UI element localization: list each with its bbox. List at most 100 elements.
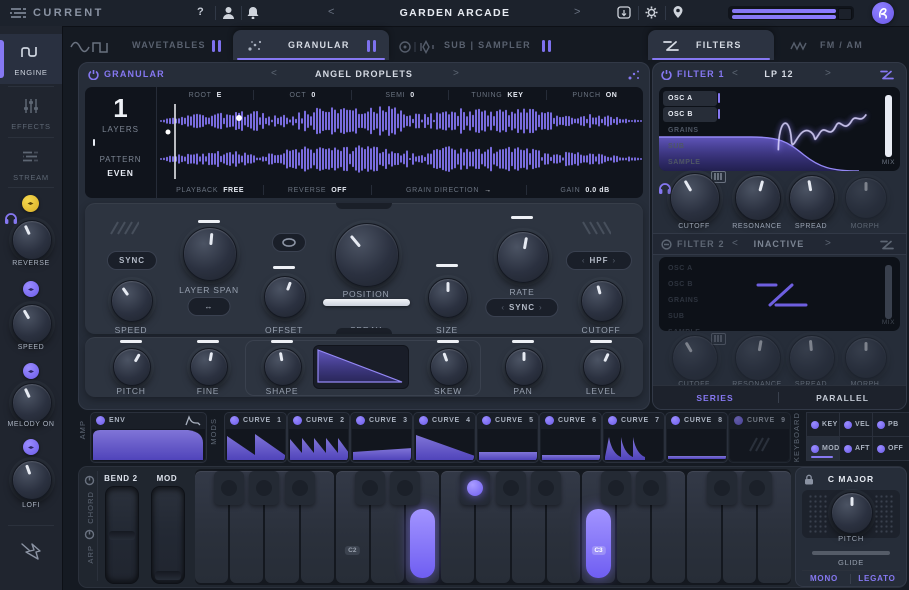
piano-key-black[interactable] bbox=[496, 471, 526, 505]
next-chevron[interactable]: › bbox=[539, 303, 543, 312]
kb-mod-pb[interactable]: PB bbox=[872, 412, 909, 437]
granular-preset-next[interactable]: > bbox=[453, 68, 459, 79]
curve-slot-2[interactable]: CURVE2 bbox=[287, 412, 350, 463]
tab-fm-am[interactable]: FM / AM bbox=[780, 30, 886, 60]
piano-key-black[interactable] bbox=[707, 471, 737, 505]
filter-source-osc-a[interactable]: OSC A bbox=[663, 91, 717, 106]
sidebar-item-effects[interactable]: EFFECTS bbox=[0, 88, 62, 138]
spray-slider[interactable] bbox=[323, 299, 410, 306]
filter1-mix-slider[interactable] bbox=[885, 95, 892, 157]
macro-assign-icon[interactable]: ◂▸ bbox=[22, 195, 39, 212]
filter-source-osc-a[interactable]: OSC A bbox=[663, 261, 717, 276]
filter-source-sub[interactable]: SUB bbox=[663, 139, 717, 154]
arp-power-icon[interactable] bbox=[84, 529, 95, 540]
mod-drag-icon[interactable] bbox=[545, 416, 554, 425]
filter-source-sub[interactable]: SUB bbox=[663, 309, 717, 324]
granular-preset-prev[interactable]: < bbox=[271, 68, 277, 79]
piano-key-black[interactable] bbox=[214, 471, 244, 505]
save-icon[interactable] bbox=[617, 6, 631, 19]
fine-knob[interactable] bbox=[190, 348, 228, 386]
preset-name[interactable]: GARDEN ARCADE bbox=[395, 7, 515, 19]
pattern-value[interactable]: EVEN bbox=[85, 168, 156, 178]
piano-key-black[interactable] bbox=[355, 471, 385, 505]
routing-series-button[interactable]: SERIES bbox=[653, 393, 777, 403]
preset-next-icon[interactable]: > bbox=[574, 6, 580, 18]
output-level-meter[interactable] bbox=[728, 6, 854, 20]
pan-knob[interactable] bbox=[505, 348, 543, 386]
filter1-type-next[interactable]: > bbox=[825, 68, 831, 79]
piano-keyboard[interactable]: C2C3 bbox=[195, 469, 791, 585]
meta-item[interactable]: PLAYBACKFREE bbox=[157, 185, 263, 195]
filter2-type[interactable]: INACTIVE bbox=[754, 239, 805, 249]
filter1-cutoff-knob[interactable] bbox=[670, 173, 720, 223]
macro-drag-icon[interactable]: ◂▸ bbox=[23, 281, 39, 297]
grain-cutoff-knob[interactable] bbox=[581, 280, 623, 322]
user-icon[interactable] bbox=[222, 6, 235, 19]
piano-key-black[interactable] bbox=[531, 471, 561, 505]
mod-drag-icon[interactable] bbox=[96, 416, 105, 425]
rate-sync-button[interactable]: ‹SYNC› bbox=[485, 298, 558, 317]
skew-knob[interactable] bbox=[430, 348, 468, 386]
chord-label[interactable]: CHORD bbox=[86, 491, 95, 524]
pitch-bend-knob[interactable] bbox=[831, 492, 873, 534]
curve-slot-3[interactable]: CURVE3 bbox=[350, 412, 413, 463]
mod-drag-icon[interactable] bbox=[419, 416, 428, 425]
filter2-cutoff-knob[interactable] bbox=[672, 335, 718, 381]
filter1-morph-knob[interactable] bbox=[845, 177, 887, 219]
filter-source-sample[interactable]: SAMPLE bbox=[663, 325, 717, 331]
filter2-type-prev[interactable]: < bbox=[732, 238, 738, 249]
mod-drag-icon[interactable] bbox=[877, 421, 885, 429]
mod-drag-icon[interactable] bbox=[811, 445, 819, 453]
piano-key-black[interactable] bbox=[460, 471, 490, 505]
filter1-type[interactable]: LP 12 bbox=[764, 69, 793, 79]
filter-source-grains[interactable]: GRAINS bbox=[663, 123, 717, 138]
level-knob[interactable] bbox=[583, 348, 621, 386]
filter-source-sample[interactable]: SAMPLE bbox=[663, 155, 717, 170]
bell-icon[interactable] bbox=[247, 6, 259, 19]
mod-drag-icon[interactable] bbox=[671, 416, 680, 425]
grain-pitch-knob[interactable] bbox=[113, 348, 151, 386]
piano-key-black[interactable] bbox=[249, 471, 279, 505]
filter1-type-prev[interactable]: < bbox=[732, 68, 738, 79]
brand-circle-button[interactable] bbox=[872, 2, 894, 24]
mod-wheel[interactable] bbox=[151, 486, 185, 584]
tab-filters[interactable]: FILTERS bbox=[648, 30, 774, 60]
glide-slider[interactable] bbox=[812, 551, 890, 555]
curve-slot-9[interactable]: CURVE9 bbox=[728, 412, 791, 463]
size-knob[interactable] bbox=[428, 278, 468, 318]
filter2-resonance-knob[interactable] bbox=[735, 335, 781, 381]
curve-slot-1[interactable]: CURVE1 bbox=[224, 412, 287, 463]
settings-gear-icon[interactable] bbox=[645, 6, 658, 19]
grain-speed-knob[interactable] bbox=[111, 280, 153, 322]
filter2-spread-knob[interactable] bbox=[789, 335, 835, 381]
curve-slot-4[interactable]: CURVE4 bbox=[413, 412, 476, 463]
tab-sub-sampler[interactable]: SUB | SAMPLER bbox=[440, 30, 558, 60]
curve-slot-8[interactable]: CURVE8 bbox=[665, 412, 728, 463]
macro-drag-icon[interactable]: ◂▸ bbox=[23, 363, 39, 379]
legato-button[interactable]: LEGATO bbox=[858, 574, 895, 583]
help-icon[interactable]: ? bbox=[197, 6, 204, 18]
melody-macro-knob[interactable] bbox=[12, 383, 52, 423]
piano-key-black[interactable] bbox=[636, 471, 666, 505]
tab-granular[interactable]: GRANULAR bbox=[233, 30, 389, 60]
offset-knob[interactable] bbox=[264, 276, 306, 318]
meta-item[interactable]: SEMI0 bbox=[351, 90, 448, 100]
rate-knob[interactable] bbox=[497, 231, 549, 283]
filter1-resonance-knob[interactable] bbox=[735, 175, 781, 221]
curve-slot-6[interactable]: CURVE6 bbox=[539, 412, 602, 463]
piano-key-black[interactable] bbox=[285, 471, 315, 505]
sidebar-item-engine[interactable]: ENGINE bbox=[0, 34, 62, 84]
location-pin-icon[interactable] bbox=[672, 5, 684, 19]
speed-sync-button[interactable]: SYNC bbox=[107, 251, 157, 270]
piano-key-black[interactable] bbox=[390, 471, 420, 505]
shape-knob[interactable] bbox=[264, 348, 302, 386]
filter-type-button[interactable]: ‹HPF› bbox=[566, 251, 632, 270]
filter1-display[interactable]: OSC AOSC BGRAINSSUBSAMPLE MIX bbox=[659, 87, 900, 171]
layer-span-knob[interactable] bbox=[183, 227, 237, 281]
bend-wheel[interactable] bbox=[105, 486, 139, 584]
grain-shape-display[interactable] bbox=[313, 345, 409, 389]
kb-mod-off[interactable]: OFF bbox=[872, 436, 909, 461]
tab-wavetables[interactable]: WAVETABLES bbox=[120, 30, 228, 60]
mono-button[interactable]: MONO bbox=[810, 574, 838, 583]
chord-power-icon[interactable] bbox=[84, 475, 95, 486]
